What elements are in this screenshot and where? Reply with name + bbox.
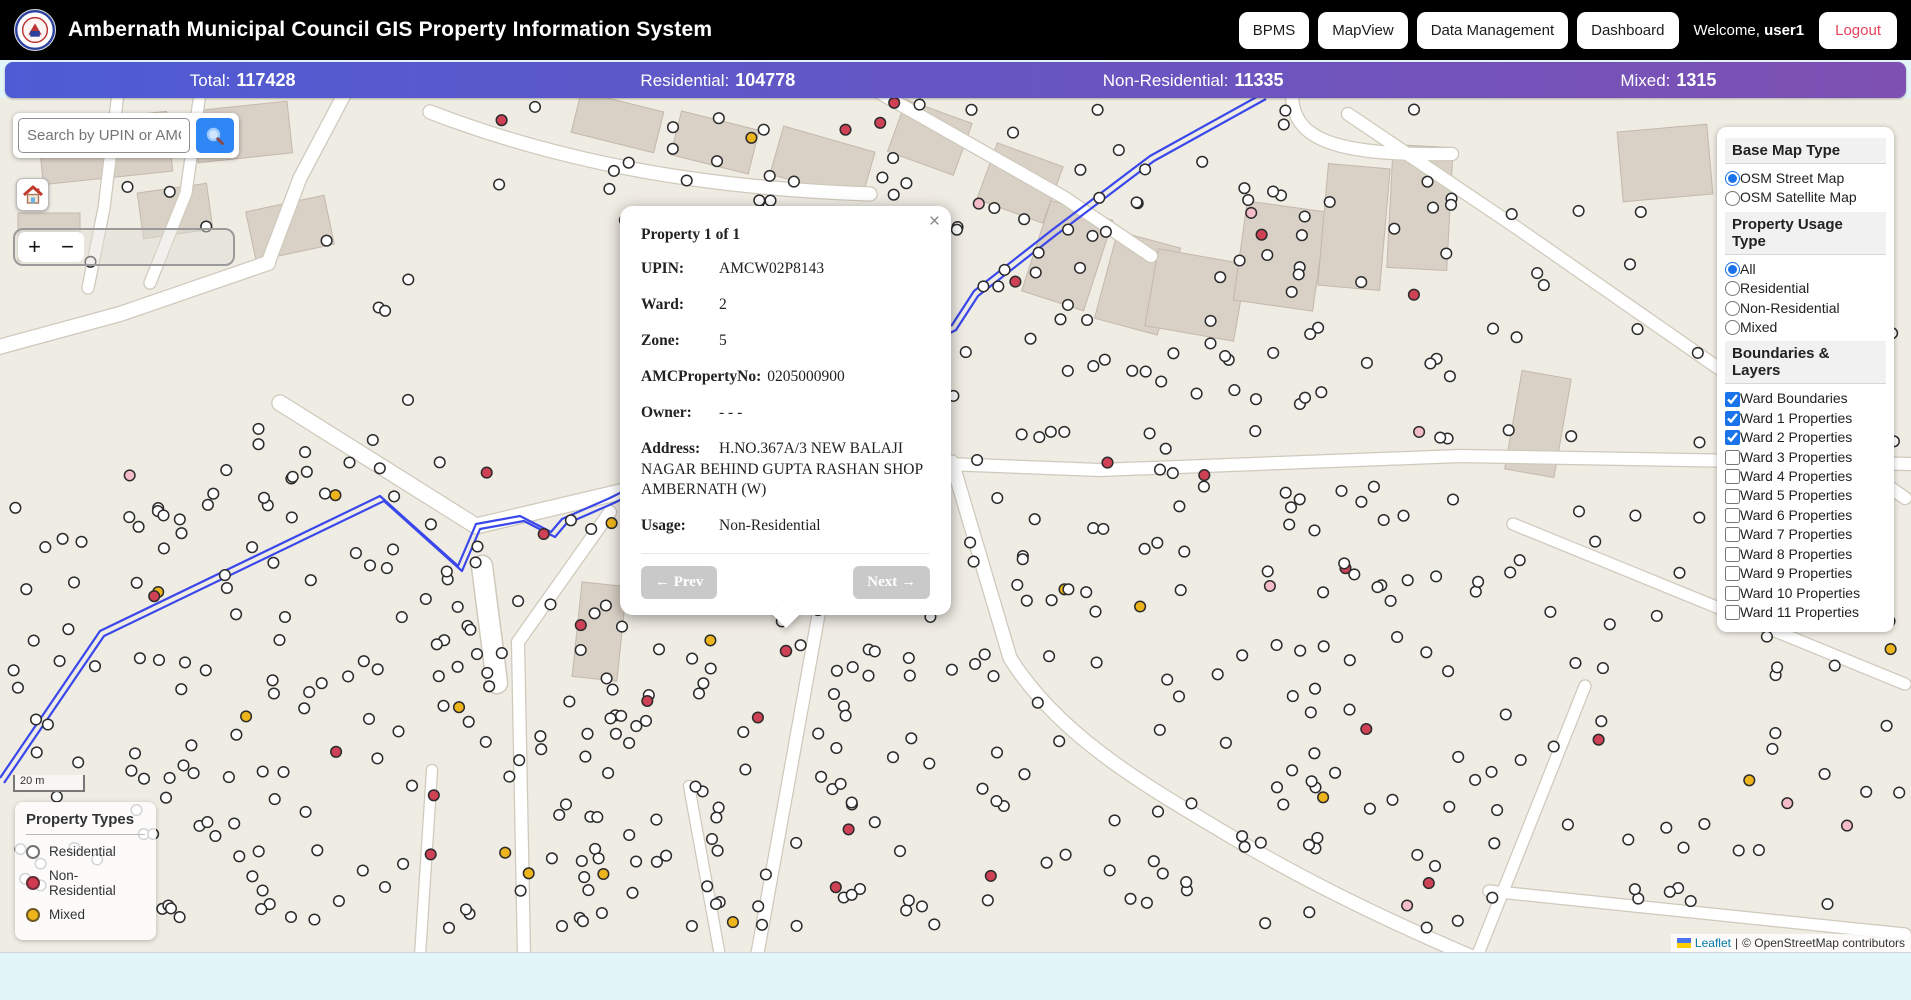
basemap-radio-option[interactable]: OSM Street Map [1725, 169, 1886, 188]
app-header: Ambernath Municipal Council GIS Property… [0, 0, 1911, 60]
leaflet-link[interactable]: Leaflet [1695, 936, 1731, 950]
stats-bar: Total: 117428 Residential: 104778 Non-Resi… [5, 62, 1906, 98]
popup-field: Ward: 2 [641, 295, 727, 313]
layer-checkbox-option[interactable]: Ward 5 Properties [1725, 486, 1886, 505]
legend-item: Non-Residential [26, 868, 145, 898]
radio-input[interactable] [1725, 262, 1740, 278]
checkbox-input[interactable] [1725, 546, 1740, 562]
municipal-logo [14, 9, 56, 51]
scale-bar: 20 m [13, 775, 85, 792]
search-button[interactable] [196, 118, 234, 153]
layer-checkbox-option[interactable]: Ward 4 Properties [1725, 467, 1886, 486]
prev-button[interactable]: ← Prev [641, 566, 718, 600]
basemap-section-title: Base Map Type [1725, 138, 1886, 164]
checkbox-input[interactable] [1725, 488, 1740, 504]
basemap-layer [0, 98, 1911, 952]
selected-property-marker[interactable] [779, 644, 793, 658]
usage-radio-option[interactable]: All [1725, 260, 1886, 279]
page-title: Ambernath Municipal Council GIS Property… [68, 18, 713, 41]
radio-input[interactable] [1725, 281, 1740, 297]
stat-item: Mixed: 1315 [1620, 69, 1717, 90]
map-attribution: Leaflet | © OpenStreetMap contributors [1670, 934, 1911, 952]
username: user1 [1764, 21, 1805, 39]
layers-panel: Base Map Type OSM Street Map OSM Satelli… [1717, 127, 1894, 633]
legend-title: Property Types [26, 811, 135, 828]
popup-field: UPIN: AMCW02P8143 [641, 260, 825, 277]
layers-section-title: Boundaries & Layers [1725, 341, 1886, 385]
layer-checkbox-option[interactable]: Ward 7 Properties [1725, 525, 1886, 544]
popup-field: Zone: 5 [641, 331, 727, 349]
property-types-legend: Property Types Residential Non-Residenti… [15, 802, 156, 940]
zoom-control: + − [13, 228, 235, 266]
basemap-radio-option[interactable]: OSM Satellite Map [1725, 188, 1886, 207]
welcome-text: Welcome, user1 [1693, 21, 1805, 39]
checkbox-input[interactable] [1725, 411, 1740, 427]
popup-title: Property 1 of 1 [641, 226, 741, 243]
checkbox-input[interactable] [1725, 430, 1740, 446]
popup-field: AMCPropertyNo: 0205000900 [641, 367, 845, 385]
layer-checkbox-option[interactable]: Ward Boundaries [1725, 389, 1886, 408]
legend-item: Mixed [26, 907, 145, 922]
ukraine-flag-icon [1676, 938, 1691, 948]
home-button[interactable] [16, 178, 49, 211]
layer-checkbox-option[interactable]: Ward 9 Properties [1725, 564, 1886, 583]
checkbox-input[interactable] [1725, 449, 1740, 465]
close-icon[interactable]: × [929, 211, 940, 233]
nav-button[interactable]: Dashboard [1577, 11, 1679, 49]
logout-button[interactable]: Logout [1819, 11, 1897, 49]
checkbox-input[interactable] [1725, 469, 1740, 485]
radio-input[interactable] [1725, 320, 1740, 336]
osm-credit: © OpenStreetMap contributors [1742, 936, 1905, 950]
radio-input[interactable] [1725, 300, 1740, 316]
header-nav: BPMS MapView Data Management Dashboard W… [1238, 11, 1897, 49]
legend-swatch [26, 844, 40, 859]
next-button[interactable]: Next → [853, 566, 930, 600]
nav-button[interactable]: BPMS [1238, 11, 1310, 49]
home-icon [22, 185, 43, 204]
layer-checkbox-option[interactable]: Ward 11 Properties [1725, 603, 1886, 622]
map-canvas[interactable]: + − 20 m Property Types Residential Non-… [0, 98, 1911, 953]
layer-checkbox-option[interactable]: Ward 8 Properties [1725, 545, 1886, 564]
usage-section-title: Property Usage Type [1725, 211, 1886, 255]
stat-item: Residential: 104778 [640, 69, 796, 90]
checkbox-input[interactable] [1725, 508, 1740, 524]
layer-checkbox-option[interactable]: Ward 3 Properties [1725, 448, 1886, 467]
popup-field: Address: H.NO.367A/3 NEW BALAJI NAGAR BEH… [641, 439, 923, 499]
stat-item: Non-Residential: 11335 [1102, 69, 1284, 90]
nav-button[interactable]: Data Management [1416, 11, 1569, 49]
checkbox-input[interactable] [1725, 391, 1740, 407]
radio-input[interactable] [1725, 171, 1740, 187]
usage-radio-option[interactable]: Non-Residential [1725, 299, 1886, 318]
search-control [13, 113, 239, 158]
popup-field: Usage: Non-Residential [641, 517, 821, 535]
popup-field: Owner: - - - [641, 403, 743, 421]
usage-radio-option[interactable]: Mixed [1725, 318, 1886, 337]
legend-swatch [26, 876, 40, 890]
checkbox-input[interactable] [1725, 527, 1740, 543]
nav-button[interactable]: MapView [1318, 11, 1408, 49]
checkbox-input[interactable] [1725, 566, 1740, 582]
layer-checkbox-option[interactable]: Ward 2 Properties [1725, 428, 1886, 447]
search-input[interactable] [18, 118, 190, 153]
legend-item: Residential [26, 844, 145, 859]
layer-checkbox-option[interactable]: Ward 6 Properties [1725, 506, 1886, 525]
zoom-in-button[interactable]: + [18, 232, 51, 262]
checkbox-input[interactable] [1725, 585, 1740, 601]
search-icon [206, 127, 224, 145]
usage-radio-option[interactable]: Residential [1725, 279, 1886, 298]
checkbox-input[interactable] [1725, 605, 1740, 621]
zoom-out-button[interactable]: − [51, 232, 84, 262]
legend-swatch [26, 907, 40, 922]
stat-item: Total: 117428 [189, 69, 296, 90]
radio-input[interactable] [1725, 190, 1740, 206]
property-popup: × Property 1 of 1 UPIN: AMCW02P8143 Ward:… [620, 206, 951, 629]
layer-checkbox-option[interactable]: Ward 10 Properties [1725, 584, 1886, 603]
layer-checkbox-option[interactable]: Ward 1 Properties [1725, 409, 1886, 428]
